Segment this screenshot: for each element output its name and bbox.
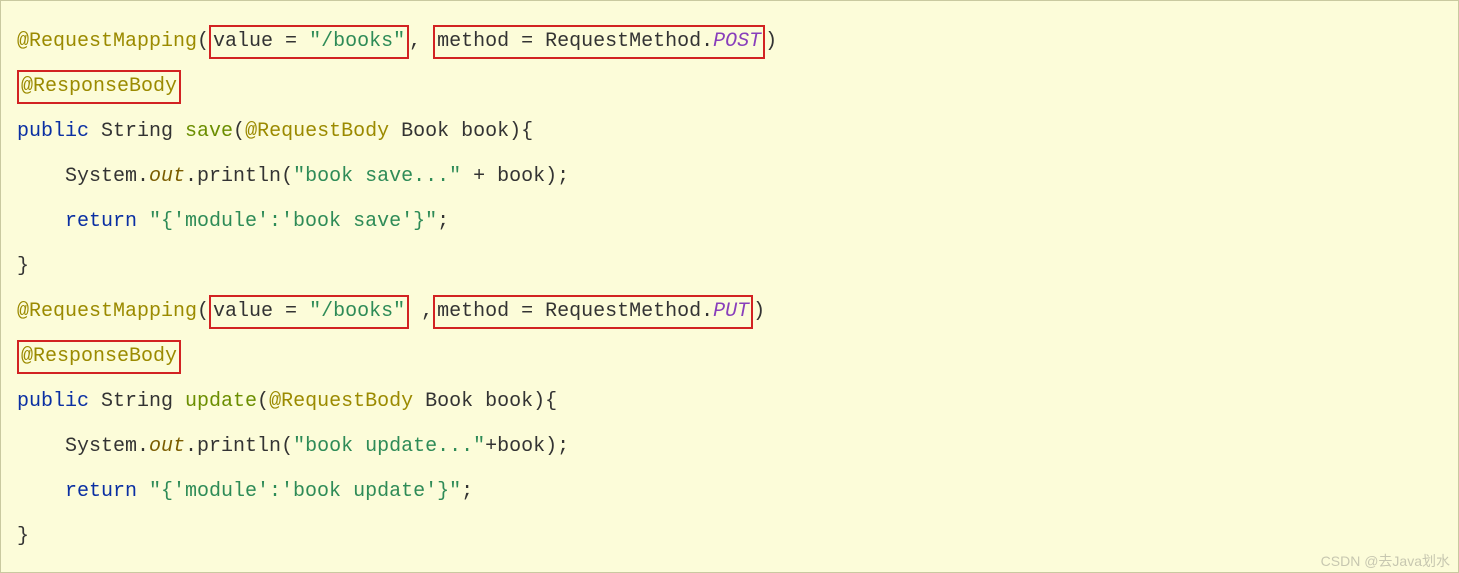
annotation-responsebody: @ResponseBody bbox=[21, 345, 177, 368]
keyword-return: return bbox=[65, 480, 149, 503]
highlight-responsebody-2: @ResponseBody bbox=[17, 340, 181, 374]
code-line-5: return "{'module':'book save'}"; bbox=[17, 199, 1442, 244]
annotation-responsebody: @ResponseBody bbox=[21, 75, 177, 98]
paren-close: ) bbox=[765, 30, 777, 53]
paren-open: ( bbox=[281, 165, 293, 188]
method-requestmethod: method = RequestMethod. bbox=[437, 300, 713, 323]
system: System. bbox=[65, 435, 149, 458]
paren-open: ( bbox=[281, 435, 293, 458]
indent bbox=[17, 480, 65, 503]
string-module-save: "{'module':'book save'}" bbox=[149, 210, 437, 233]
code-line-6: } bbox=[17, 244, 1442, 289]
println: .println bbox=[185, 435, 281, 458]
string-books: "/books" bbox=[309, 30, 405, 53]
semicolon: ; bbox=[437, 210, 449, 233]
keyword-public: public bbox=[17, 390, 101, 413]
type-string: String bbox=[101, 120, 185, 143]
paren-open: ( bbox=[197, 300, 209, 323]
semicolon: ; bbox=[461, 480, 473, 503]
brace-close: } bbox=[17, 525, 29, 548]
brace-close: } bbox=[17, 255, 29, 278]
highlight-method-post: method = RequestMethod.POST bbox=[433, 25, 765, 59]
separator: , bbox=[409, 300, 433, 323]
type-book: Book bbox=[401, 120, 461, 143]
code-line-12: } bbox=[17, 514, 1442, 559]
code-line-8: @ResponseBody bbox=[17, 334, 1442, 379]
value-equals: value = bbox=[213, 30, 309, 53]
arg-book: book bbox=[461, 120, 509, 143]
plus-book: +book); bbox=[485, 435, 569, 458]
paren-close-brace: ){ bbox=[533, 390, 557, 413]
indent bbox=[17, 435, 65, 458]
println: .println bbox=[185, 165, 281, 188]
annotation-requestbody: @RequestBody bbox=[269, 390, 425, 413]
string-module-update: "{'module':'book update'}" bbox=[149, 480, 461, 503]
highlight-value-books-1: value = "/books" bbox=[209, 25, 409, 59]
code-line-7: @RequestMapping(value = "/books" ,method… bbox=[17, 289, 1442, 334]
annotation-requestbody: @RequestBody bbox=[245, 120, 401, 143]
paren-close: ) bbox=[753, 300, 765, 323]
code-line-1: @RequestMapping(value = "/books", method… bbox=[17, 19, 1442, 64]
code-line-2: @ResponseBody bbox=[17, 64, 1442, 109]
paren-open: ( bbox=[233, 120, 245, 143]
keyword-public: public bbox=[17, 120, 101, 143]
code-line-3: public String save(@RequestBody Book boo… bbox=[17, 109, 1442, 154]
string-book-update: "book update..." bbox=[293, 435, 485, 458]
field-out: out bbox=[149, 165, 185, 188]
code-line-10: System.out.println("book update..."+book… bbox=[17, 424, 1442, 469]
field-out: out bbox=[149, 435, 185, 458]
method-requestmethod: method = RequestMethod. bbox=[437, 30, 713, 53]
enum-put: PUT bbox=[713, 300, 749, 323]
system: System. bbox=[65, 165, 149, 188]
paren-close-brace: ){ bbox=[509, 120, 533, 143]
string-book-save: "book save..." bbox=[293, 165, 461, 188]
paren-open: ( bbox=[197, 30, 209, 53]
code-line-4: System.out.println("book save..." + book… bbox=[17, 154, 1442, 199]
annotation-requestmapping: @RequestMapping bbox=[17, 30, 197, 53]
value-equals: value = bbox=[213, 300, 309, 323]
highlight-responsebody-1: @ResponseBody bbox=[17, 70, 181, 104]
method-save: save bbox=[185, 120, 233, 143]
highlight-value-books-2: value = "/books" bbox=[209, 295, 409, 329]
method-update: update bbox=[185, 390, 257, 413]
type-string: String bbox=[101, 390, 185, 413]
highlight-method-put: method = RequestMethod.PUT bbox=[433, 295, 753, 329]
type-book: Book bbox=[425, 390, 485, 413]
indent bbox=[17, 210, 65, 233]
keyword-return: return bbox=[65, 210, 149, 233]
separator: , bbox=[409, 30, 433, 53]
code-line-9: public String update(@RequestBody Book b… bbox=[17, 379, 1442, 424]
arg-book: book bbox=[485, 390, 533, 413]
enum-post: POST bbox=[713, 30, 761, 53]
annotation-requestmapping: @RequestMapping bbox=[17, 300, 197, 323]
string-books: "/books" bbox=[309, 300, 405, 323]
plus-book: + book); bbox=[461, 165, 569, 188]
code-line-11: return "{'module':'book update'}"; bbox=[17, 469, 1442, 514]
paren-open: ( bbox=[257, 390, 269, 413]
indent bbox=[17, 165, 65, 188]
